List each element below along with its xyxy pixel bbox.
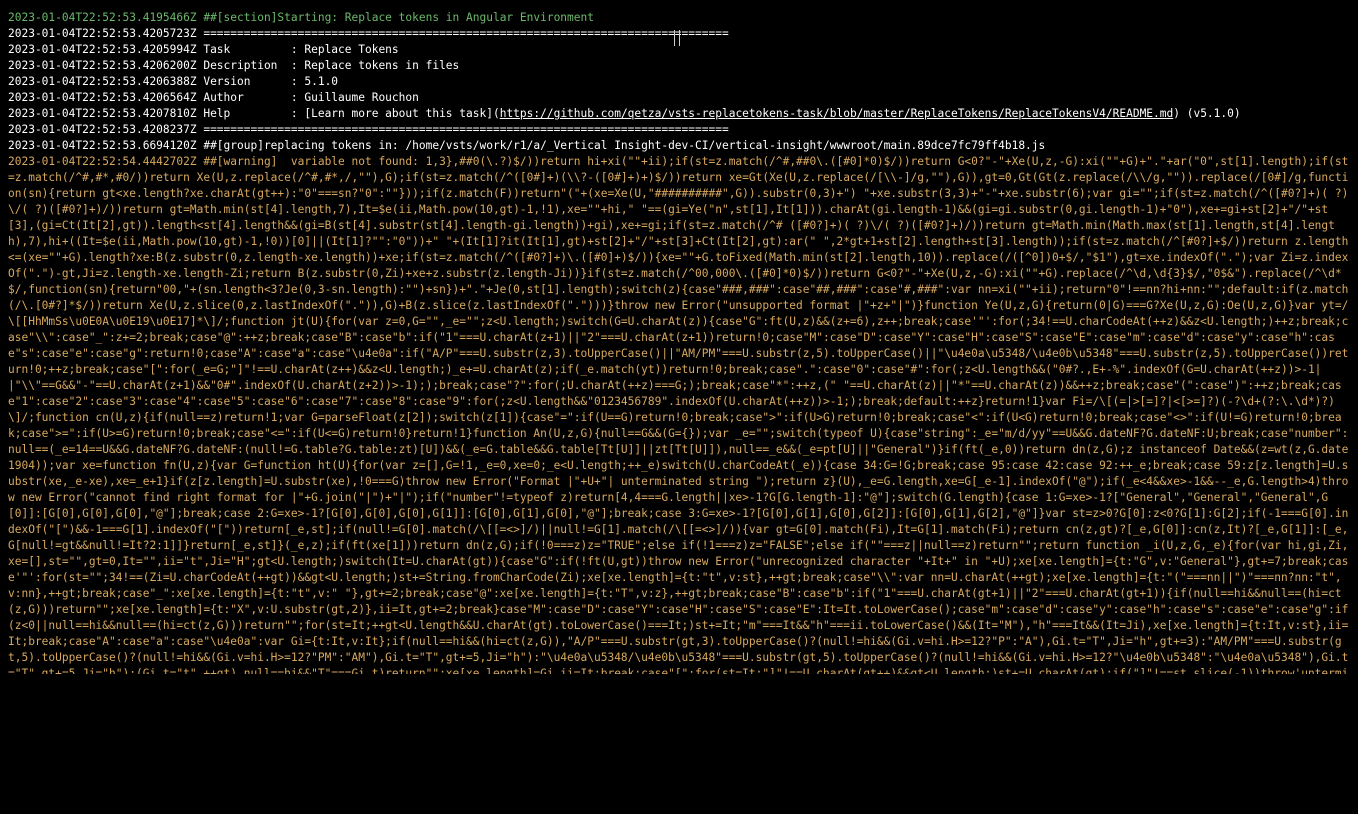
log-line: 2023-01-04T22:52:53.4208237Z ===========…	[8, 122, 1358, 138]
text-cursor-icon	[674, 30, 680, 46]
log-text: ##[group]replacing tokens in: /home/vsts…	[196, 139, 1046, 152]
warning-label: ##[warning]	[196, 155, 278, 168]
log-output: 2023-01-04T22:52:53.4195466Z ##[section]…	[0, 0, 1358, 814]
log-timestamp: 2023-01-04T22:52:53.4206564Z	[8, 91, 197, 104]
log-text: ========================================…	[196, 123, 729, 136]
log-timestamp: 2023-01-04T22:52:53.4195466Z	[8, 11, 197, 24]
log-line: 2023-01-04T22:52:53.6694120Z ##[group]re…	[8, 138, 1358, 154]
log-text: ========================================…	[196, 27, 729, 40]
log-text: Author : Guillaume Rouchon	[196, 91, 419, 104]
readme-link[interactable]: https://github.com/qetza/vsts-replacetok…	[500, 107, 1174, 120]
log-timestamp: 2023-01-04T22:52:53.4205723Z	[8, 27, 197, 40]
warning-text: variable not found: 1,3},##0(\.?)$/))ret…	[8, 155, 1349, 674]
log-text: ##[section]Starting: Replace tokens in A…	[196, 11, 594, 24]
log-timestamp: 2023-01-04T22:52:53.4207810Z	[8, 107, 197, 120]
log-timestamp: 2023-01-04T22:52:53.4206200Z	[8, 59, 197, 72]
log-text: ) (v5.1.0)	[1173, 107, 1241, 120]
log-timestamp: 2023-01-04T22:52:53.4208237Z	[8, 123, 197, 136]
warning-line: 2023-01-04T22:52:54.4442702Z ##[warning]…	[8, 154, 1353, 674]
log-line: 2023-01-04T22:52:53.4205994Z Task : Repl…	[8, 42, 1358, 58]
log-text: Task : Replace Tokens	[196, 43, 399, 56]
log-timestamp: 2023-01-04T22:52:53.4205994Z	[8, 43, 197, 56]
log-timestamp: 2023-01-04T22:52:53.6694120Z	[8, 139, 197, 152]
log-timestamp: 2023-01-04T22:52:53.4206388Z	[8, 75, 197, 88]
log-line: 2023-01-04T22:52:53.4195466Z ##[section]…	[8, 10, 1358, 26]
log-text: Description : Replace tokens in files	[196, 59, 460, 72]
log-text: Help : [Learn more about this task](	[196, 107, 500, 120]
log-line: 2023-01-04T22:52:53.4206200Z Description…	[8, 58, 1358, 74]
warning-timestamp: 2023-01-04T22:52:54.4442702Z	[8, 155, 197, 168]
log-line: 2023-01-04T22:52:53.4206564Z Author : Gu…	[8, 90, 1358, 106]
log-line: 2023-01-04T22:52:53.4207810Z Help : [Lea…	[8, 106, 1358, 122]
log-text: Version : 5.1.0	[196, 75, 339, 88]
log-line: 2023-01-04T22:52:53.4206388Z Version : 5…	[8, 74, 1358, 90]
log-line: 2023-01-04T22:52:53.4205723Z ===========…	[8, 26, 1358, 42]
